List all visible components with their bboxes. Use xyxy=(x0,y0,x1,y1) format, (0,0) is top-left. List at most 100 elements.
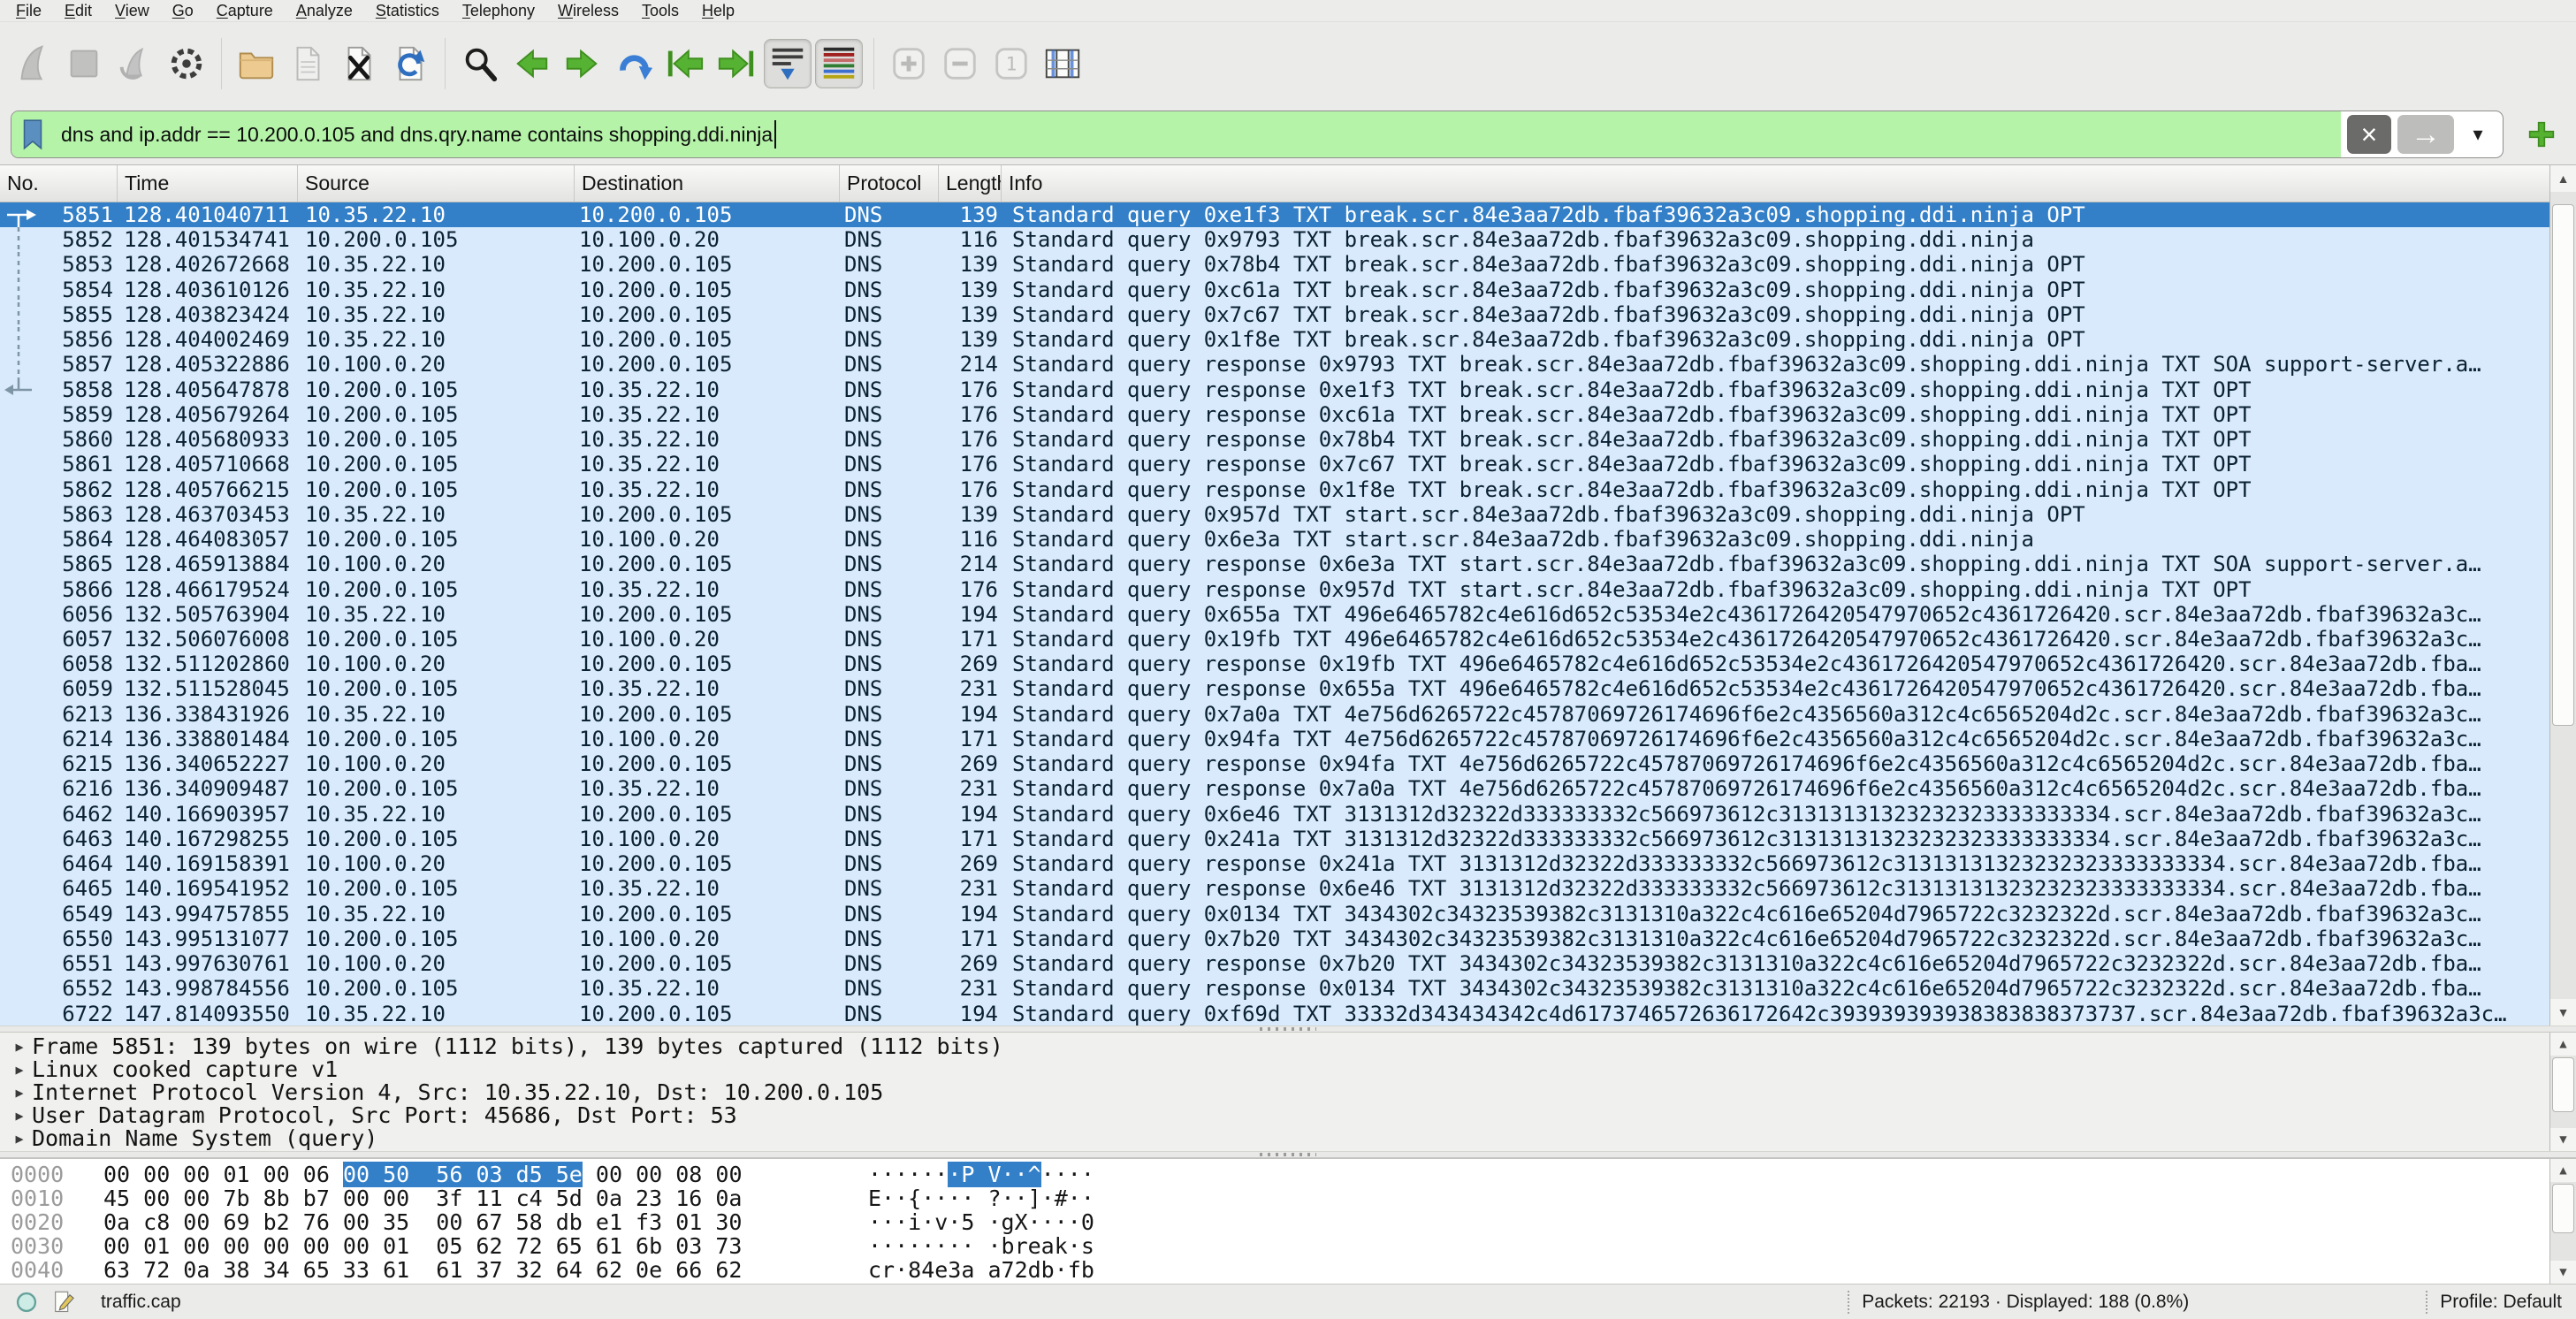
filter-bookmark-button[interactable] xyxy=(11,111,54,157)
packet-row[interactable]: 5855128.40382342410.35.22.1010.200.0.105… xyxy=(0,302,2549,327)
packet-row[interactable]: 6552143.99878455610.200.0.10510.35.22.10… xyxy=(0,976,2549,1001)
column-header-no[interactable]: No. xyxy=(0,165,118,202)
zoom-out-button[interactable] xyxy=(936,39,984,88)
packet-row[interactable]: 6059132.51152804510.200.0.10510.35.22.10… xyxy=(0,676,2549,701)
scrollbar-thumb[interactable] xyxy=(2552,1184,2574,1233)
packet-row[interactable]: 5852128.40153474110.200.0.10510.100.0.20… xyxy=(0,227,2549,252)
hex-row[interactable]: 000000 00 00 01 00 06 00 50 56 03 d5 5e … xyxy=(11,1163,2549,1186)
filter-history-dropdown[interactable]: ▾ xyxy=(2460,115,2496,154)
scroll-up-button[interactable]: ▲ xyxy=(2550,165,2576,192)
display-filter-input[interactable]: dns and ip.addr == 10.200.0.105 and dns.… xyxy=(54,111,2341,157)
menu-file[interactable]: File xyxy=(4,0,53,21)
packet-row[interactable]: 5860128.40568093310.200.0.10510.35.22.10… xyxy=(0,427,2549,452)
restart-capture-button[interactable] xyxy=(111,39,159,88)
expander-arrow-icon[interactable]: ▶ xyxy=(7,1081,32,1104)
go-forward-button[interactable] xyxy=(559,39,606,88)
packet-list-scrollbar[interactable]: ▲ ▼ xyxy=(2549,165,2576,1025)
stop-capture-button[interactable] xyxy=(60,39,108,88)
packet-row[interactable]: 6463140.16729825510.200.0.10510.100.0.20… xyxy=(0,827,2549,851)
packet-row[interactable]: 6216136.34090948710.200.0.10510.35.22.10… xyxy=(0,776,2549,801)
packet-row[interactable]: 5863128.46370345310.35.22.1010.200.0.105… xyxy=(0,502,2549,527)
capture-comment-button[interactable] xyxy=(51,1290,76,1315)
expander-arrow-icon[interactable]: ▶ xyxy=(7,1058,32,1081)
start-capture-button[interactable] xyxy=(9,39,57,88)
packet-row[interactable]: 6464140.16915839110.100.0.2010.200.0.105… xyxy=(0,851,2549,876)
scroll-down-button[interactable]: ▼ xyxy=(2550,999,2576,1025)
open-file-button[interactable] xyxy=(232,39,280,88)
colorize-packets-button[interactable] xyxy=(815,39,863,88)
hex-row[interactable]: 004063 72 0a 38 34 65 33 61 61 37 32 64 … xyxy=(11,1258,2549,1282)
packet-row[interactable]: 5861128.40571066810.200.0.10510.35.22.10… xyxy=(0,452,2549,477)
scrollbar-thumb[interactable] xyxy=(2552,1057,2574,1112)
zoom-in-button[interactable] xyxy=(885,39,933,88)
packet-row[interactable]: 6462140.16690395710.35.22.1010.200.0.105… xyxy=(0,802,2549,827)
expander-arrow-icon[interactable]: ▶ xyxy=(7,1127,32,1150)
packet-row[interactable]: 6056132.50576390410.35.22.1010.200.0.105… xyxy=(0,602,2549,627)
column-header-dst[interactable]: Destination xyxy=(575,165,840,202)
menu-help[interactable]: Help xyxy=(690,0,746,21)
menu-tools[interactable]: Tools xyxy=(630,0,690,21)
bytes-scrollbar[interactable]: ▲ ▼ xyxy=(2549,1159,2576,1284)
pane-splitter[interactable] xyxy=(0,1151,2576,1158)
expander-arrow-icon[interactable]: ▶ xyxy=(7,1104,32,1127)
column-header-src[interactable]: Source xyxy=(298,165,575,202)
menu-telephony[interactable]: Telephony xyxy=(451,0,546,21)
packet-row[interactable]: 5865128.46591388410.100.0.2010.200.0.105… xyxy=(0,552,2549,576)
filter-apply-button[interactable]: → xyxy=(2397,115,2454,154)
detail-line[interactable]: ▶Domain Name System (query) xyxy=(7,1127,2549,1150)
packet-row[interactable]: 6549143.99475785510.35.22.1010.200.0.105… xyxy=(0,902,2549,926)
menu-wireless[interactable]: Wireless xyxy=(546,0,630,21)
go-first-packet-button[interactable] xyxy=(661,39,709,88)
packet-row[interactable]: 6213136.33843192610.35.22.1010.200.0.105… xyxy=(0,702,2549,727)
menu-go[interactable]: Go xyxy=(161,0,205,21)
packet-row[interactable]: 6550143.99513107710.200.0.10510.100.0.20… xyxy=(0,926,2549,951)
save-file-button[interactable] xyxy=(284,39,332,88)
details-scrollbar[interactable]: ▲ ▼ xyxy=(2549,1033,2576,1151)
expander-arrow-icon[interactable]: ▶ xyxy=(7,1035,32,1058)
hex-row[interactable]: 00200a c8 00 69 b2 76 00 35 00 67 58 db … xyxy=(11,1210,2549,1234)
packet-row[interactable]: 5854128.40361012610.35.22.1010.200.0.105… xyxy=(0,278,2549,302)
packet-row[interactable]: 6057132.50607600810.200.0.10510.100.0.20… xyxy=(0,627,2549,652)
go-to-packet-button[interactable] xyxy=(610,39,658,88)
packet-row[interactable]: 5851128.40104071110.35.22.1010.200.0.105… xyxy=(0,202,2549,227)
scroll-up-button[interactable]: ▲ xyxy=(2550,1159,2576,1182)
column-header-proto[interactable]: Protocol xyxy=(840,165,939,202)
resize-columns-button[interactable] xyxy=(1039,39,1086,88)
packet-row[interactable]: 6722147.81409355010.35.22.1010.200.0.105… xyxy=(0,1002,2549,1026)
packet-row[interactable]: 5862128.40576621510.200.0.10510.35.22.10… xyxy=(0,477,2549,502)
detail-line[interactable]: ▶Internet Protocol Version 4, Src: 10.35… xyxy=(7,1081,2549,1104)
menu-edit[interactable]: Edit xyxy=(53,0,103,21)
detail-line[interactable]: ▶User Datagram Protocol, Src Port: 45686… xyxy=(7,1104,2549,1127)
reload-file-button[interactable] xyxy=(386,39,434,88)
detail-line[interactable]: ▶Linux cooked capture v1 xyxy=(7,1058,2549,1081)
scroll-down-button[interactable]: ▼ xyxy=(2550,1128,2576,1151)
filter-clear-button[interactable]: × xyxy=(2347,115,2391,154)
packet-row[interactable]: 6058132.51120286010.100.0.2010.200.0.105… xyxy=(0,652,2549,676)
zoom-normal-button[interactable]: 1 xyxy=(987,39,1035,88)
menu-view[interactable]: View xyxy=(103,0,161,21)
scroll-down-button[interactable]: ▼ xyxy=(2550,1261,2576,1284)
go-back-button[interactable] xyxy=(507,39,555,88)
packet-row[interactable]: 5858128.40564787810.200.0.10510.35.22.10… xyxy=(0,377,2549,402)
go-last-packet-button[interactable] xyxy=(713,39,760,88)
packet-row[interactable]: 5857128.40532288610.100.0.2010.200.0.105… xyxy=(0,352,2549,377)
expert-info-button[interactable] xyxy=(14,1290,39,1315)
packet-row[interactable]: 5859128.40567926410.200.0.10510.35.22.10… xyxy=(0,402,2549,427)
hex-row[interactable]: 001045 00 00 7b 8b b7 00 00 3f 11 c4 5d … xyxy=(11,1186,2549,1210)
column-header-info[interactable]: Info xyxy=(1002,165,2549,202)
pane-splitter[interactable] xyxy=(0,1025,2576,1033)
find-packet-button[interactable] xyxy=(456,39,504,88)
menu-statistics[interactable]: Statistics xyxy=(364,0,451,21)
capture-options-button[interactable] xyxy=(163,39,210,88)
menu-analyze[interactable]: Analyze xyxy=(285,0,364,21)
packet-row[interactable]: 6551143.99763076110.100.0.2010.200.0.105… xyxy=(0,951,2549,976)
close-file-button[interactable] xyxy=(335,39,383,88)
packet-row[interactable]: 5866128.46617952410.200.0.10510.35.22.10… xyxy=(0,577,2549,602)
column-header-time[interactable]: Time xyxy=(118,165,298,202)
packet-row[interactable]: 6214136.33880148410.200.0.10510.100.0.20… xyxy=(0,727,2549,751)
packet-row[interactable]: 6215136.34065222710.100.0.2010.200.0.105… xyxy=(0,751,2549,776)
packet-row[interactable]: 5853128.40267266810.35.22.1010.200.0.105… xyxy=(0,252,2549,277)
auto-scroll-button[interactable] xyxy=(764,39,812,88)
packet-row[interactable]: 6465140.16954195210.200.0.10510.35.22.10… xyxy=(0,876,2549,901)
scroll-up-button[interactable]: ▲ xyxy=(2550,1033,2576,1056)
